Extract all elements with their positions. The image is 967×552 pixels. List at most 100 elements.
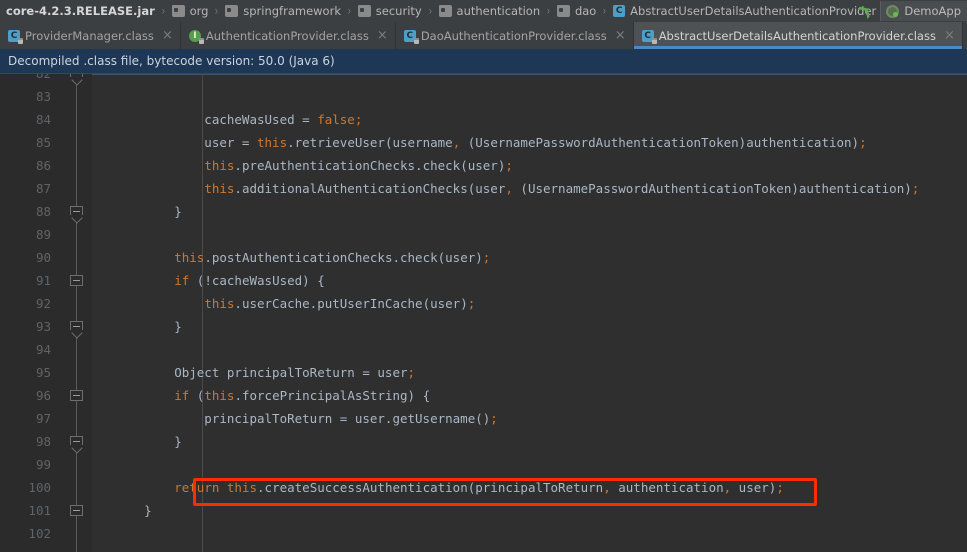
line-number: 101 [28,503,51,518]
code-token: authentication [610,480,724,495]
breadcrumb-item-1[interactable]: org [170,1,211,21]
fold-marker-line-98[interactable] [70,436,83,445]
editor-tab-bar[interactable]: C ProviderManager.class × I AuthenticationPr… [0,22,967,49]
code-line-87[interactable]: this.additionalAuthenticationChecks(user… [92,177,967,200]
code-line-94[interactable] [92,338,967,361]
breadcrumb-separator: › [428,4,432,18]
line-number: 84 [35,112,51,127]
code-token: return [174,480,220,495]
code-line-82[interactable] [92,74,967,85]
breadcrumb-separator: › [546,4,551,18]
code-token: user = [114,135,257,150]
code-token: , [603,480,611,495]
code-line-84[interactable]: cacheWasUsed = false; [92,108,967,131]
code-line-89[interactable] [92,223,967,246]
code-line-101[interactable]: } [92,499,967,522]
line-number: 102 [28,526,51,541]
code-token: (UsernamePasswordAuthenticationToken)aut… [460,135,860,150]
code-token: } [114,434,182,449]
code-line-86[interactable]: this.preAuthenticationChecks.check(user)… [92,154,967,177]
editor-tab-providermanager[interactable]: C ProviderManager.class × [0,22,181,49]
code-token: this [204,388,235,403]
code-token: .preAuthenticationChecks.check(user) [234,158,506,173]
breadcrumb-item-0[interactable]: core-4.2.3.RELEASE.jar [4,1,157,21]
code-folding-ribbon[interactable] [70,74,84,552]
interface-icon: I [188,29,204,44]
fold-marker-line-93[interactable] [70,321,83,330]
code-line-90[interactable]: this.postAuthenticationChecks.check(user… [92,246,967,269]
fold-marker-line-91[interactable] [70,275,83,286]
code-line-88[interactable]: } [92,200,967,223]
code-token: cacheWasUsed = [114,112,318,127]
editor-tab-label: DaoAuthenticationProvider.class [420,28,607,43]
breadcrumb-item-6[interactable]: C AbstractUserDetailsAuthenticationProvid… [611,1,878,21]
line-number: 99 [35,457,51,472]
code-line-91[interactable]: if (!cacheWasUsed) { [92,269,967,292]
editor-tab-daoauthenticationprovider[interactable]: C DaoAuthenticationProvider.class × [396,22,634,49]
code-line-100[interactable]: return this.createSuccessAuthentication(… [92,476,967,499]
code-line-96[interactable]: if (this.forcePrincipalAsString) { [92,384,967,407]
code-line-93[interactable]: } [92,315,967,338]
close-icon[interactable]: × [944,29,955,42]
breadcrumb-separator: › [161,4,165,18]
line-number: 97 [35,411,51,426]
breadcrumb-navigation-bar[interactable]: core-4.2.3.RELEASE.jar › org › springframewo… [0,0,967,22]
decompiled-class-notice-text: Decompiled .class file, bytecode version… [8,54,335,68]
code-line-95[interactable]: Object principalToReturn = user; [92,361,967,384]
editor-tab-authenticationprovider[interactable]: I AuthenticationProvider.class × [181,22,396,49]
lock-icon [413,37,419,44]
fold-marker-line-82[interactable] [70,74,83,77]
line-number: 90 [35,250,51,265]
code-line-92[interactable]: this.userCache.putUserInCache(user); [92,292,967,315]
breadcrumb-item-2[interactable]: springframework [223,1,343,21]
line-number-column: 82 83 84 85 86 87 88 89 90 91 92 93 94 95 96 97 98 99 100 1… [0,74,56,545]
folder-icon [225,5,239,17]
code-token: ; [776,480,784,495]
code-token: ; [354,112,363,127]
code-token: ; [490,411,498,426]
run-configuration-selector[interactable]: DemoApp [880,1,967,21]
fold-marker-line-88[interactable] [70,206,83,215]
code-token: } [114,204,182,219]
close-icon[interactable]: × [615,29,626,42]
breadcrumb-item-label: org [189,4,209,18]
editor-tab-overflow[interactable]: C [963,22,967,49]
navbar-right-controls: ❯ DemoApp [855,0,967,22]
code-token: principalToReturn = user.getUsername() [114,411,491,426]
code-token: } [114,503,152,518]
breadcrumb-item-label: security [375,4,422,18]
editor-tab-label: ProviderManager.class [25,28,154,43]
fold-marker-line-101[interactable] [70,505,83,516]
code-line-85[interactable]: user = this.retrieveUser(username, (User… [92,131,967,154]
breadcrumb-item-label: springframework [243,4,341,18]
code-line-99[interactable] [92,453,967,476]
close-icon[interactable]: × [377,29,388,42]
code-editor[interactable]: 82 83 84 85 86 87 88 89 90 91 92 93 94 95 96 97 98 99 100 1… [0,74,967,552]
editor-gutter[interactable]: 82 83 84 85 86 87 88 89 90 91 92 93 94 95 96 97 98 99 100 1… [0,74,92,552]
code-line-98[interactable]: } [92,430,967,453]
line-number: 92 [35,296,51,311]
code-token: user) [731,480,777,495]
breadcrumb-item-5[interactable]: dao [555,1,598,21]
line-number: 83 [35,89,51,104]
code-line-97[interactable]: principalToReturn = user.getUsername(); [92,407,967,430]
class-icon: C [8,29,23,44]
fold-marker-line-96[interactable] [70,390,83,401]
editor-tab-abstractuserdetailsauthenticationprovider[interactable]: C AbstractUserDetailsAuthenticationProvid… [633,22,963,49]
line-number: 88 [35,204,51,219]
close-icon[interactable]: × [162,29,173,42]
lock-icon [18,37,23,44]
code-token: ; [482,250,491,265]
breadcrumb-item-4[interactable]: authentication [437,1,543,21]
fold-guide-line [76,74,77,552]
breadcrumb-item-3[interactable]: security [356,1,424,21]
breadcrumb-item-label: AbstractUserDetailsAuthenticationProvide… [630,4,877,18]
code-line-83[interactable] [92,85,967,108]
code-line-102[interactable] [92,522,967,545]
code-text-area[interactable]: cacheWasUsed = false; user = this.retrie… [92,74,967,552]
code-token: .forcePrincipalAsString) { [234,388,431,403]
